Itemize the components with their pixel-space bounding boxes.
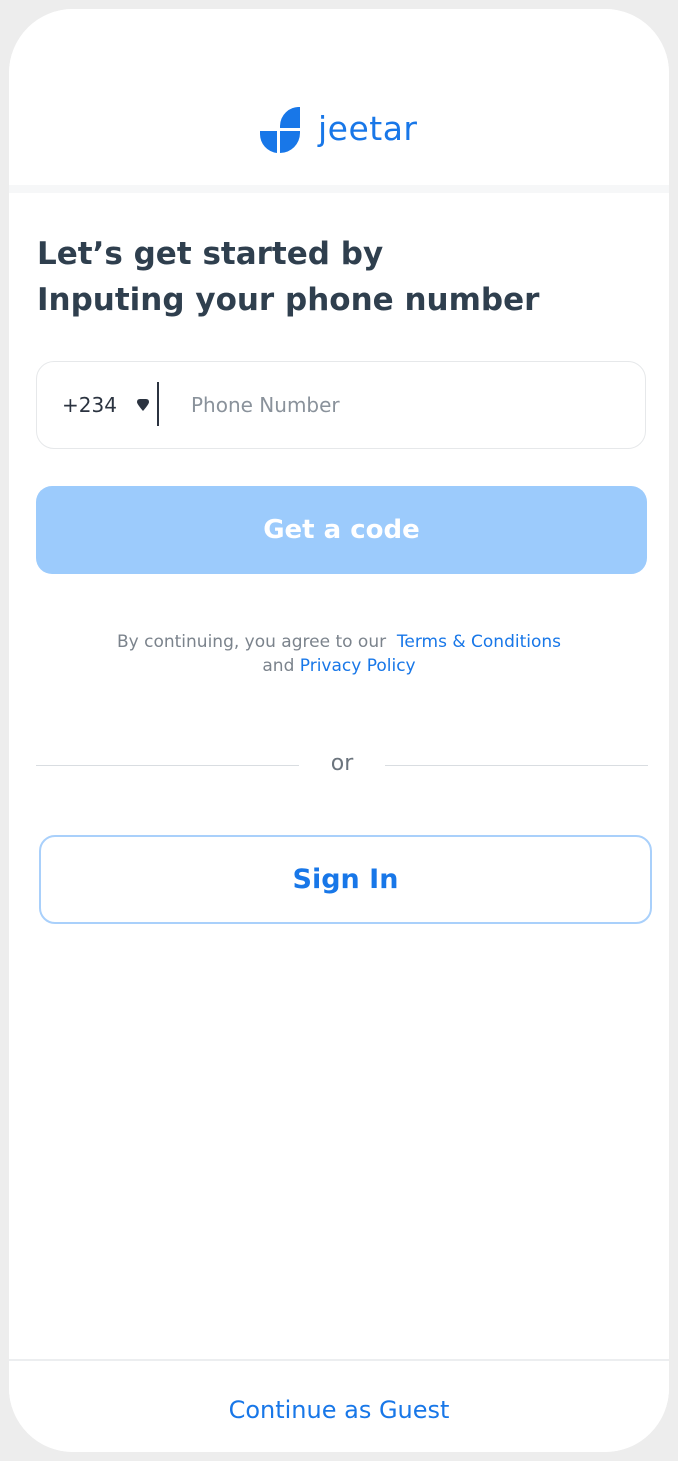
terms-link[interactable]: Terms & Conditions: [397, 632, 561, 652]
sign-in-button[interactable]: Sign In: [39, 835, 652, 924]
page-title-line-2: Inputing your phone number: [37, 282, 540, 318]
divider-right: [385, 765, 648, 766]
caret-down-icon: [137, 399, 149, 411]
legal-conjunction: and: [262, 656, 295, 676]
text-cursor: [157, 382, 159, 426]
country-code-select[interactable]: +234: [37, 362, 163, 448]
legal-line-1: By continuing, you agree to our Terms & …: [9, 630, 669, 654]
continue-as-guest-link[interactable]: Continue as Guest: [9, 1394, 669, 1426]
legal-line-2: and Privacy Policy: [9, 654, 669, 678]
phone-number-input[interactable]: [191, 387, 621, 423]
page-title-line-1: Let’s get started by: [37, 236, 384, 272]
get-code-button[interactable]: Get a code: [36, 486, 647, 574]
privacy-link[interactable]: Privacy Policy: [300, 656, 416, 676]
or-divider-label: or: [330, 751, 354, 776]
brand-name: jeetar: [318, 108, 418, 148]
page-title: Let’s get started by Inputing your phone…: [37, 231, 637, 323]
legal-prefix: By continuing, you agree to our: [116, 632, 387, 652]
divider-left: [36, 765, 299, 766]
app-screen: jeetar Let’s get started by Inputing you…: [9, 9, 669, 1452]
app-header: jeetar: [9, 9, 669, 185]
footer: Continue as Guest: [9, 1359, 669, 1452]
phone-number-field: +234: [36, 361, 646, 449]
jeetar-logo-icon: [260, 107, 300, 153]
header-separator: [9, 185, 669, 193]
legal-notice: By continuing, you agree to our Terms & …: [9, 630, 669, 678]
brand: jeetar: [260, 107, 418, 153]
country-code-value: +234: [62, 393, 117, 417]
